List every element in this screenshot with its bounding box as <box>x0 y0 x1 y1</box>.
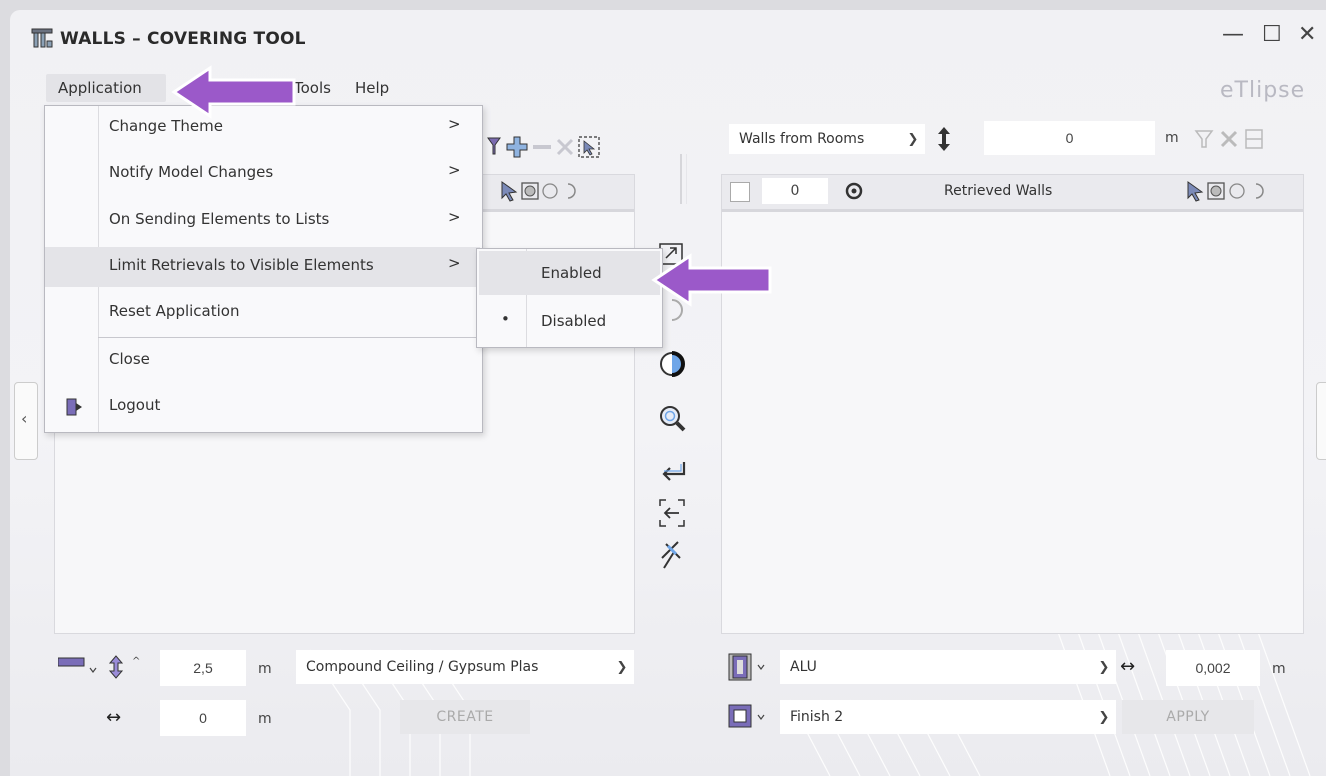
retrieved-count: 0 <box>762 178 828 204</box>
chevron-down-icon: ❯ <box>616 659 628 675</box>
refresh-icon <box>845 182 863 200</box>
add-icon[interactable] <box>506 136 528 158</box>
height-input[interactable] <box>160 650 246 686</box>
chevron-left-icon: ‹ <box>21 409 28 428</box>
submenu-item-disabled[interactable]: • Disabled <box>479 299 660 343</box>
circle-half-icon[interactable] <box>1255 183 1264 199</box>
window-title: WALLS – COVERING TOOL <box>60 29 306 49</box>
menu-item-reset-application[interactable]: Reset Application <box>45 293 480 333</box>
filter-icon[interactable] <box>1194 130 1214 148</box>
filter-icon[interactable] <box>487 137 501 155</box>
right-header-icons <box>1187 181 1264 202</box>
selected-bullet-icon: • <box>501 310 510 328</box>
main-window: WALLS – COVERING TOOL — ☐ ✕ Application … <box>10 10 1326 776</box>
cursor-icon[interactable] <box>1187 181 1204 202</box>
line-style-dropdown[interactable] <box>58 654 128 680</box>
horizontal-offset-icon: ↔ <box>106 707 122 728</box>
material-combo[interactable]: ALU ❯ <box>780 650 1116 684</box>
submenu-arrow-icon: > <box>448 208 461 226</box>
menu-item-limit-retrievals[interactable]: Limit Retrievals to Visible Elements > <box>45 247 480 287</box>
menu-separator <box>98 337 480 338</box>
ceiling-type-value: Compound Ceiling / Gypsum Plas <box>306 659 539 675</box>
horizontal-offset-input[interactable] <box>160 700 246 736</box>
retrieved-walls-title: Retrieved Walls <box>944 183 1053 199</box>
zoom-icon[interactable] <box>660 406 686 432</box>
limit-retrievals-submenu: Enabled • Disabled <box>476 248 663 348</box>
apply-button[interactable]: APPLY <box>1122 700 1254 734</box>
chevron-down-icon: ❯ <box>907 131 919 147</box>
submenu-arrow-icon: > <box>448 254 461 272</box>
remove-icon[interactable] <box>533 145 551 149</box>
horizontal-offset-unit: m <box>258 711 272 727</box>
thickness-input[interactable] <box>1166 650 1260 686</box>
collapse-icon[interactable] <box>1245 129 1263 149</box>
material-value: ALU <box>790 659 817 675</box>
offset-input[interactable] <box>984 121 1155 155</box>
right-collapse-tab[interactable] <box>1316 382 1326 460</box>
finish-value: Finish 2 <box>790 709 844 725</box>
source-combo[interactable]: Walls from Rooms ❯ <box>729 124 925 154</box>
left-toolbar <box>487 136 600 158</box>
create-button[interactable]: CREATE <box>400 700 530 734</box>
menu-item-logout[interactable]: Logout <box>45 387 480 427</box>
thickness-unit: m <box>1272 661 1286 677</box>
material-pattern-dropdown[interactable] <box>728 652 774 682</box>
application-menu: Change Theme > Notify Model Changes > On… <box>44 105 483 433</box>
vertical-offset-icon <box>938 127 950 151</box>
finish-combo[interactable]: Finish 2 ❯ <box>780 700 1116 734</box>
menu-item-close[interactable]: Close <box>45 341 480 381</box>
submenu-arrow-icon: > <box>448 115 461 133</box>
close-button[interactable]: ✕ <box>1298 22 1316 47</box>
left-header-icons <box>501 181 576 202</box>
select-all-checkbox[interactable] <box>730 182 750 202</box>
panel-divider <box>680 154 682 204</box>
menu-application-label: Application <box>58 79 142 97</box>
fit-to-view-icon[interactable] <box>659 499 685 527</box>
submenu-arrow-icon: > <box>448 161 461 179</box>
chevron-down-icon: ❯ <box>1098 659 1110 675</box>
select-all-icon[interactable] <box>1207 182 1225 200</box>
clear-icon[interactable] <box>556 138 574 156</box>
submenu-item-enabled[interactable]: Enabled <box>479 251 660 295</box>
offset-unit: m <box>1165 130 1179 146</box>
ceiling-type-combo[interactable]: Compound Ceiling / Gypsum Plas ❯ <box>296 650 634 684</box>
height-icon <box>108 655 124 679</box>
maximize-button[interactable]: ☐ <box>1262 22 1282 47</box>
right-list-panel <box>721 174 1304 634</box>
chevron-down-icon: ❯ <box>1098 709 1110 725</box>
menu-item-on-sending-elements[interactable]: On Sending Elements to Lists > <box>45 201 480 241</box>
logout-icon <box>66 398 82 416</box>
callout-arrow-application <box>171 65 296 119</box>
clear-icon[interactable] <box>1220 130 1238 148</box>
cursor-icon[interactable] <box>501 181 518 202</box>
minimize-button[interactable]: — <box>1222 22 1244 47</box>
thickness-icon: ↔ <box>1120 656 1136 677</box>
menu-item-notify-model-changes[interactable]: Notify Model Changes > <box>45 154 480 194</box>
right-toolbar <box>1194 129 1263 149</box>
callout-arrow-enabled <box>651 253 772 307</box>
chevron-up-icon[interactable]: ^ <box>132 656 140 667</box>
circle-half-icon[interactable] <box>567 183 576 199</box>
menu-help[interactable]: Help <box>355 79 389 97</box>
left-collapse-tab[interactable]: ‹ <box>14 382 38 460</box>
app-logo-icon <box>31 28 53 48</box>
source-combo-value: Walls from Rooms <box>739 131 865 147</box>
select-model-icon[interactable] <box>578 136 600 158</box>
brand-logo: eTlipse <box>1220 78 1306 103</box>
circle-empty-icon[interactable] <box>1229 183 1245 199</box>
select-all-icon[interactable] <box>521 182 539 200</box>
height-unit: m <box>258 661 272 677</box>
circle-empty-icon[interactable] <box>542 183 558 199</box>
finish-color-dropdown[interactable] <box>728 702 774 732</box>
return-icon[interactable] <box>662 462 686 481</box>
half-filled-circle-icon[interactable] <box>660 351 685 377</box>
unpin-icon[interactable] <box>661 541 681 569</box>
